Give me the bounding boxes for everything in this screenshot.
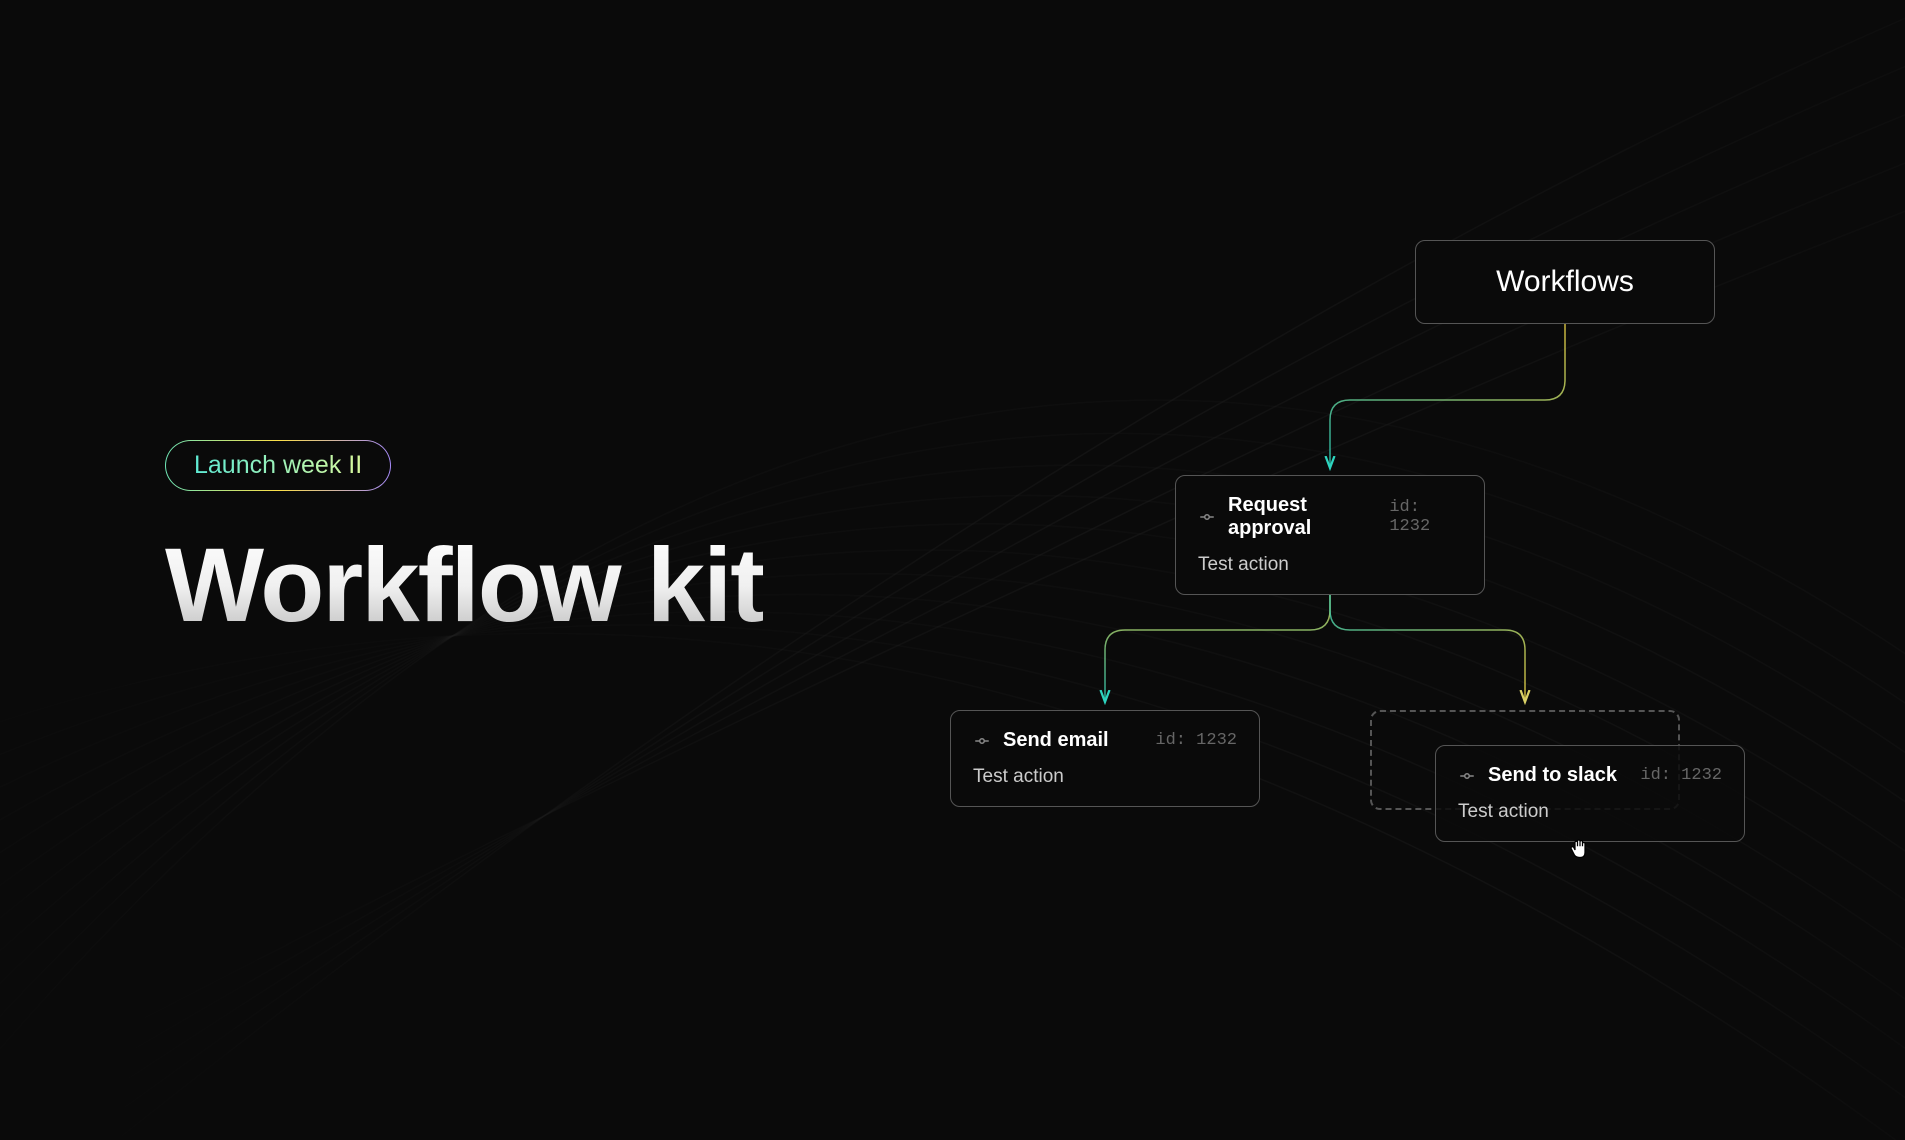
node-subtitle: Test action — [973, 766, 1237, 788]
node-header: Send to slack id: 1232 — [1458, 764, 1722, 787]
commit-icon — [1198, 508, 1216, 526]
page-title: Workflow kit — [165, 526, 763, 646]
launch-badge: Launch week II — [165, 440, 391, 491]
node-id: id: 1232 — [1389, 498, 1462, 536]
node-header: Send email id: 1232 — [973, 729, 1237, 752]
workflow-node-slack[interactable]: Send to slack id: 1232 Test action — [1435, 745, 1745, 842]
node-title: Request approval — [1228, 494, 1377, 540]
grab-cursor-icon — [1565, 835, 1595, 872]
workflow-node-email[interactable]: Send email id: 1232 Test action — [950, 710, 1260, 807]
node-subtitle: Test action — [1458, 801, 1722, 823]
node-id: id: 1232 — [1640, 766, 1722, 785]
commit-icon — [973, 732, 991, 750]
workflow-node-approval[interactable]: Request approval id: 1232 Test action — [1175, 475, 1485, 595]
workflow-root-label: Workflows — [1438, 265, 1692, 299]
node-header: Request approval id: 1232 — [1198, 494, 1462, 540]
hero-text: Launch week II Workflow kit — [165, 440, 763, 646]
node-id: id: 1232 — [1155, 731, 1237, 750]
workflow-diagram: Workflows Request approval id: 1232 Test… — [945, 240, 1765, 940]
launch-badge-label: Launch week II — [194, 451, 362, 479]
workflow-root-node[interactable]: Workflows — [1415, 240, 1715, 324]
node-subtitle: Test action — [1198, 554, 1462, 576]
node-title: Send to slack — [1488, 764, 1617, 787]
node-title: Send email — [1003, 729, 1109, 752]
commit-icon — [1458, 767, 1476, 785]
